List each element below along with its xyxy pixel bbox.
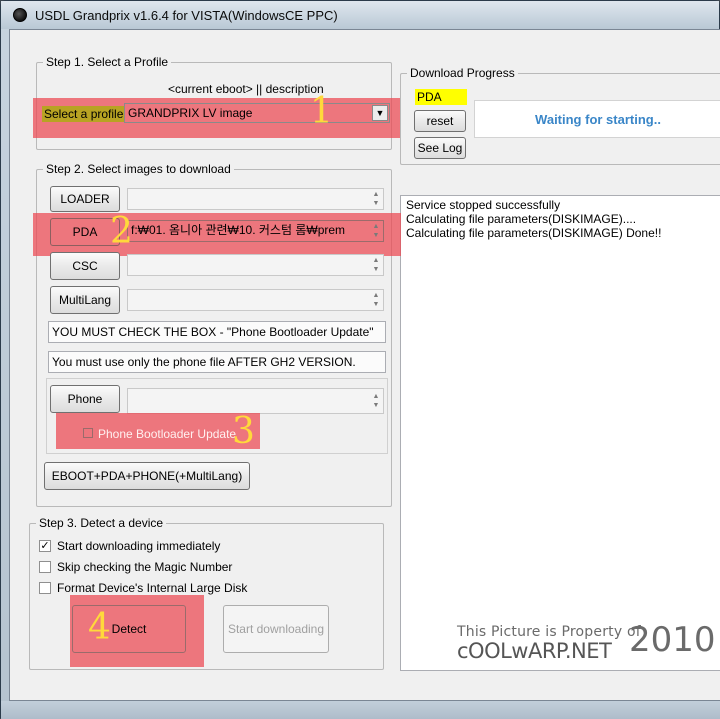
bootloader-update-checkbox[interactable] — [83, 428, 93, 438]
loader-path-field[interactable]: ▲ ▼ — [127, 188, 384, 210]
log-line: Calculating file parameters(DISKIMAGE)..… — [406, 212, 637, 226]
csc-button[interactable]: CSC — [50, 252, 120, 280]
window-bottom-border — [1, 701, 720, 719]
annotation-number-3: 3 — [232, 411, 255, 452]
annotation-number-4: 4 — [88, 607, 111, 648]
watermark-year: 2010 — [629, 620, 716, 660]
start-downloading-button[interactable]: Start downloading — [223, 605, 329, 653]
progress-status-text: Waiting for starting.. — [535, 111, 661, 127]
multilang-button[interactable]: MultiLang — [50, 286, 120, 314]
bootloader-notice: YOU MUST CHECK THE BOX - "Phone Bootload… — [48, 321, 386, 343]
start-immediately-checkbox[interactable]: ✓ — [39, 540, 51, 552]
profile-label: Select a profile — [42, 106, 126, 122]
phone-button[interactable]: Phone — [50, 385, 120, 413]
spin-arrows-icon[interactable]: ▲ ▼ — [369, 189, 383, 209]
log-lines: Service stopped successfully Calculating… — [401, 196, 720, 242]
step3-title: Step 3. Detect a device — [36, 516, 167, 530]
log-line: Service stopped successfully — [406, 198, 561, 212]
watermark-line2: cOOLwARP.NET — [457, 639, 612, 663]
profile-select[interactable]: GRANDPRIX LV image ▼ — [124, 103, 390, 123]
spin-arrows-icon[interactable]: ▲ ▼ — [369, 255, 383, 275]
progress-status-box: Waiting for starting.. — [474, 100, 720, 138]
reset-button[interactable]: reset — [414, 110, 466, 132]
log-line: Calculating file parameters(DISKIMAGE) D… — [406, 226, 662, 240]
eboot-pda-phone-button[interactable]: EBOOT+PDA+PHONE(+MultiLang) — [44, 462, 250, 490]
annotation-number-2: 2 — [110, 211, 133, 252]
skip-magic-checkbox[interactable] — [39, 561, 51, 573]
log-panel[interactable]: Service stopped successfully Calculating… — [400, 195, 720, 671]
app-icon — [13, 8, 27, 22]
active-image-badge: PDA — [415, 89, 467, 105]
multilang-path-field[interactable]: ▲ ▼ — [127, 289, 384, 311]
step1-title: Step 1. Select a Profile — [43, 55, 172, 69]
spin-arrows-icon[interactable]: ▲ ▼ — [369, 221, 383, 241]
option-label: Format Device's Internal Large Disk — [57, 581, 248, 595]
watermark-line1: This Picture is Property of — [457, 624, 641, 640]
download-progress-title: Download Progress — [407, 66, 518, 80]
app-window: USDL Grandprix v1.6.4 for VISTA(WindowsC… — [0, 0, 720, 719]
watermark: This Picture is Property of cOOLwARP.NET — [457, 624, 641, 663]
see-log-button[interactable]: See Log — [414, 137, 466, 159]
pda-path-value: f:₩01. 옴니아 관련₩10. 커스텀 롬₩prem — [131, 223, 346, 237]
option-label: Skip checking the Magic Number — [57, 560, 233, 574]
window-title: USDL Grandprix v1.6.4 for VISTA(WindowsC… — [35, 7, 338, 23]
pda-path-field[interactable]: f:₩01. 옴니아 관련₩10. 커스텀 롬₩prem ▲ ▼ — [127, 220, 384, 242]
phone-path-field[interactable]: ▲ ▼ — [127, 388, 384, 414]
bootloader-update-label: Phone Bootloader Update — [98, 427, 237, 441]
version-notice: You must use only the phone file AFTER G… — [48, 351, 386, 373]
spin-arrows-icon[interactable]: ▲ ▼ — [369, 389, 383, 413]
option-label: Start downloading immediately — [57, 539, 221, 553]
loader-button[interactable]: LOADER — [50, 186, 120, 212]
profile-select-value: GRANDPRIX LV image — [128, 106, 253, 120]
spin-arrows-icon[interactable]: ▲ ▼ — [369, 290, 383, 310]
step2-title: Step 2. Select images to download — [43, 162, 234, 176]
client-area: Step 1. Select a Profile <current eboot>… — [9, 29, 720, 701]
annotation-number-1: 1 — [310, 91, 333, 132]
profile-column-header: <current eboot> || description — [168, 82, 324, 96]
format-disk-checkbox[interactable] — [39, 582, 51, 594]
title-bar[interactable]: USDL Grandprix v1.6.4 for VISTA(WindowsC… — [1, 1, 719, 29]
check-icon: ✓ — [40, 540, 50, 552]
chevron-down-icon[interactable]: ▼ — [372, 105, 388, 121]
csc-path-field[interactable]: ▲ ▼ — [127, 254, 384, 276]
